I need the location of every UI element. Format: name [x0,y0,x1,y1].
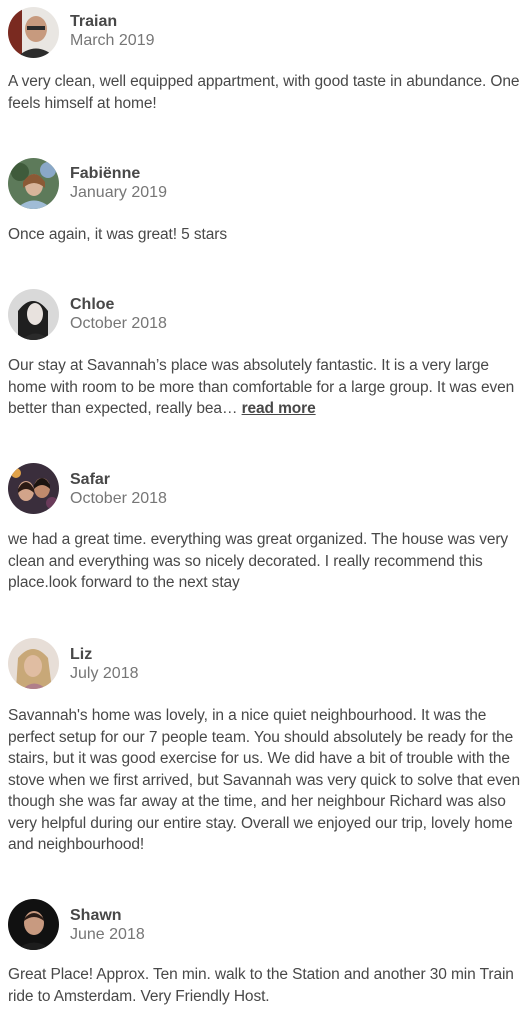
reviewer-name[interactable]: Fabiënne [70,164,140,184]
review-text: Once again, it was great! 5 stars [8,226,227,243]
reviewer-name[interactable]: Safar [70,470,110,490]
avatar[interactable] [8,638,59,689]
review-date: October 2018 [70,315,167,332]
review-text: Our stay at Savannah’s place was absolut… [8,355,526,420]
reviewer-name[interactable]: Liz [70,645,92,665]
avatar[interactable] [8,289,59,340]
review-date: March 2019 [70,32,155,49]
review-date: June 2018 [70,926,145,943]
review-text: A very clean, well equipped appartment, … [8,73,520,112]
avatar[interactable] [8,463,59,514]
reviewer-name[interactable]: Shawn [70,906,122,926]
read-more-link[interactable]: read more [242,400,316,417]
review-date: July 2018 [70,665,139,682]
review-text: we had a great time. everything was grea… [8,531,509,591]
review-date: January 2019 [70,184,167,201]
review-date: October 2018 [70,490,167,507]
review-text: Great Place! Approx. Ten min. walk to th… [8,966,514,1005]
reviewer-name[interactable]: Chloe [70,295,114,315]
review-text: Savannah's home was lovely, in a nice qu… [8,707,521,853]
avatar[interactable] [8,899,59,950]
reviewer-name[interactable]: Traian [70,12,117,32]
avatar[interactable] [8,7,59,58]
avatar[interactable] [8,158,59,209]
